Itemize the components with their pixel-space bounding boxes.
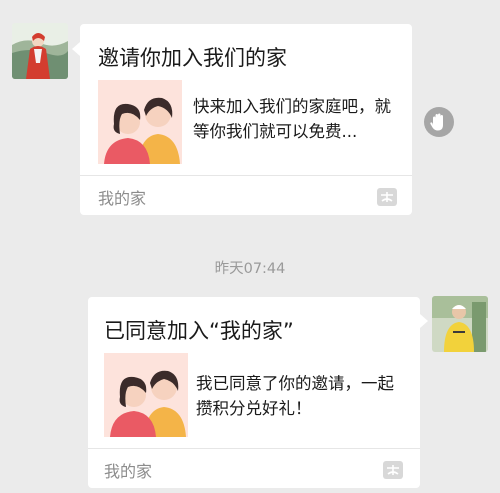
bubble-tail bbox=[72, 42, 80, 56]
mini-program-icon bbox=[377, 188, 397, 206]
source-label: 我的家 bbox=[104, 462, 153, 481]
message-title: 邀请你加入我们的家 bbox=[98, 46, 287, 70]
mini-program-icon bbox=[383, 461, 403, 479]
sender-avatar-image bbox=[12, 23, 68, 79]
source-label: 我的家 bbox=[98, 189, 147, 208]
message-title: 已同意加入“我的家” bbox=[104, 319, 294, 343]
card-divider bbox=[88, 448, 420, 449]
message-card-accepted[interactable]: 已同意加入“我的家” 我已同意了你的邀请，一起攒积分兑好礼！ 我的家 bbox=[88, 297, 420, 488]
message-card-invite[interactable]: 邀请你加入我们的家 快来加入我们的家庭吧，就等你我们就可以免费... 我的家 bbox=[80, 24, 412, 215]
sender-avatar[interactable] bbox=[12, 23, 68, 79]
timestamp: 昨天07:44 bbox=[214, 261, 286, 277]
message-description: 快来加入我们的家庭吧，就等你我们就可以免费... bbox=[193, 97, 391, 141]
hand-wave-icon[interactable] bbox=[424, 107, 454, 137]
couple-illustration-image bbox=[104, 353, 188, 437]
card-divider bbox=[80, 175, 412, 176]
self-avatar-image bbox=[432, 296, 488, 352]
couple-illustration-image bbox=[98, 80, 182, 164]
self-avatar[interactable] bbox=[432, 296, 488, 352]
message-description: 我已同意了你的邀请，一起攒积分兑好礼！ bbox=[196, 374, 394, 418]
bubble-tail bbox=[420, 314, 428, 328]
